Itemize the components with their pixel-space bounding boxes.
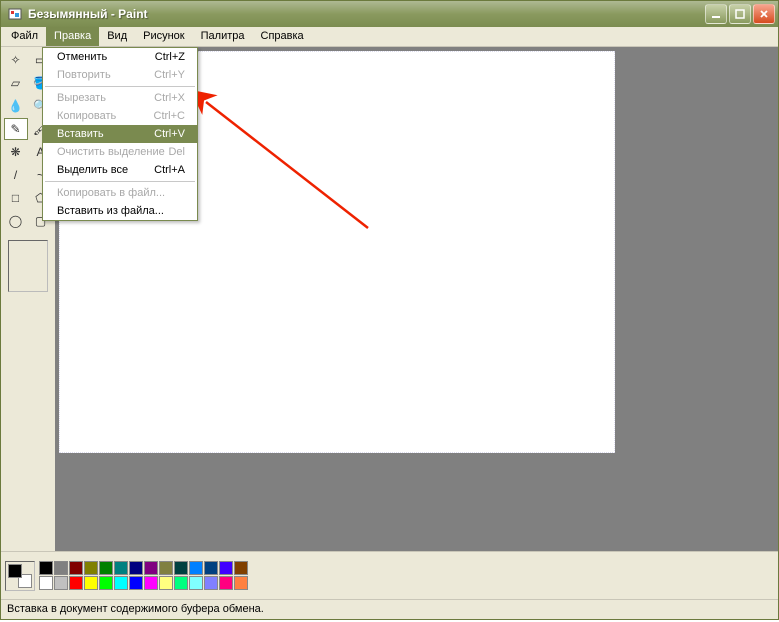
menu-item-отменить[interactable]: Отменить Ctrl+Z	[43, 48, 197, 66]
color-swatch[interactable]	[129, 576, 143, 590]
menu-item-вставить[interactable]: Вставить Ctrl+V	[43, 125, 197, 143]
color-swatch[interactable]	[144, 576, 158, 590]
color-swatch[interactable]	[174, 561, 188, 575]
color-indicator[interactable]	[5, 561, 35, 591]
color-swatch[interactable]	[189, 561, 203, 575]
color-swatch[interactable]	[54, 576, 68, 590]
minimize-button[interactable]	[705, 4, 727, 24]
menu-item-вставить-из-файла-[interactable]: Вставить из файла...	[43, 202, 197, 220]
maximize-button[interactable]	[729, 4, 751, 24]
color-swatch[interactable]	[114, 561, 128, 575]
color-swatch[interactable]	[219, 561, 233, 575]
menu-file[interactable]: Файл	[3, 27, 46, 46]
color-swatch[interactable]	[84, 561, 98, 575]
palette-grid	[39, 561, 248, 590]
eraser-icon[interactable]: ▱	[4, 72, 28, 94]
menu-item-shortcut: Ctrl+V	[154, 128, 185, 140]
color-swatch[interactable]	[159, 561, 173, 575]
menu-item-label: Выделить все	[57, 164, 128, 176]
menu-help[interactable]: Справка	[253, 27, 312, 46]
line-icon[interactable]: /	[4, 164, 28, 186]
color-swatch[interactable]	[189, 576, 203, 590]
menu-item-shortcut: Del	[168, 146, 185, 158]
color-swatch[interactable]	[234, 561, 248, 575]
menu-palette[interactable]: Палитра	[193, 27, 253, 46]
menu-view[interactable]: Вид	[99, 27, 135, 46]
menu-item-вырезать: Вырезать Ctrl+X	[43, 89, 197, 107]
menu-separator	[45, 86, 195, 87]
rect-icon[interactable]: □	[4, 187, 28, 209]
menu-item-label: Очистить выделение	[57, 146, 165, 158]
app-icon	[7, 6, 23, 22]
color-swatch[interactable]	[204, 561, 218, 575]
menu-separator	[45, 181, 195, 182]
color-swatch[interactable]	[159, 576, 173, 590]
menu-item-повторить: Повторить Ctrl+Y	[43, 66, 197, 84]
menu-item-копировать-в-файл-: Копировать в файл...	[43, 184, 197, 202]
titlebar[interactable]: Безымянный - Paint	[1, 1, 778, 27]
color-swatch[interactable]	[39, 576, 53, 590]
menu-item-label: Копировать	[57, 110, 116, 122]
ellipse-icon[interactable]: ◯	[4, 210, 28, 232]
color-swatch[interactable]	[114, 576, 128, 590]
close-button[interactable]	[753, 4, 775, 24]
menu-item-shortcut: Ctrl+Z	[155, 51, 185, 63]
menu-item-shortcut: Ctrl+A	[154, 164, 185, 176]
color-swatch[interactable]	[204, 576, 218, 590]
color-swatch[interactable]	[144, 561, 158, 575]
menubar: Файл Правка Вид Рисунок Палитра Справка	[1, 27, 778, 47]
menu-item-shortcut: Ctrl+Y	[154, 69, 185, 81]
foreground-color-swatch	[8, 564, 22, 578]
tool-options	[8, 240, 48, 292]
airbrush-icon[interactable]: ❋	[4, 141, 28, 163]
color-swatch[interactable]	[69, 561, 83, 575]
menu-item-label: Копировать в файл...	[57, 187, 165, 199]
status-text: Вставка в документ содержимого буфера об…	[7, 603, 264, 615]
color-swatch[interactable]	[174, 576, 188, 590]
color-palette-bar	[1, 551, 778, 599]
color-swatch[interactable]	[84, 576, 98, 590]
window-title: Безымянный - Paint	[28, 7, 705, 21]
color-swatch[interactable]	[39, 561, 53, 575]
menu-item-label: Вырезать	[57, 92, 106, 104]
color-swatch[interactable]	[219, 576, 233, 590]
color-swatch[interactable]	[99, 576, 113, 590]
freeform-select-icon[interactable]: ✧	[4, 49, 28, 71]
color-swatch[interactable]	[54, 561, 68, 575]
pencil-icon[interactable]: ✎	[4, 118, 28, 140]
menu-item-очистить-выделение: Очистить выделениеDel	[43, 143, 197, 161]
menu-item-shortcut: Ctrl+C	[154, 110, 185, 122]
menu-item-label: Повторить	[57, 69, 111, 81]
menu-item-выделить-все[interactable]: Выделить все Ctrl+A	[43, 161, 197, 179]
edit-menu-dropdown: Отменить Ctrl+Z Повторить Ctrl+Y Вырезать Ctr…	[42, 47, 198, 221]
menu-edit[interactable]: Правка	[46, 27, 99, 46]
menu-item-label: Отменить	[57, 51, 107, 63]
menu-item-label: Вставить	[57, 128, 104, 140]
menu-item-копировать: Копировать Ctrl+C	[43, 107, 197, 125]
color-swatch[interactable]	[99, 561, 113, 575]
menu-item-shortcut: Ctrl+X	[154, 92, 185, 104]
menu-item-label: Вставить из файла...	[57, 205, 164, 217]
window-controls	[705, 4, 775, 24]
menu-image[interactable]: Рисунок	[135, 27, 193, 46]
color-swatch[interactable]	[129, 561, 143, 575]
color-swatch[interactable]	[234, 576, 248, 590]
statusbar: Вставка в документ содержимого буфера об…	[1, 599, 778, 619]
picker-icon[interactable]: 💧	[4, 95, 28, 117]
color-swatch[interactable]	[69, 576, 83, 590]
